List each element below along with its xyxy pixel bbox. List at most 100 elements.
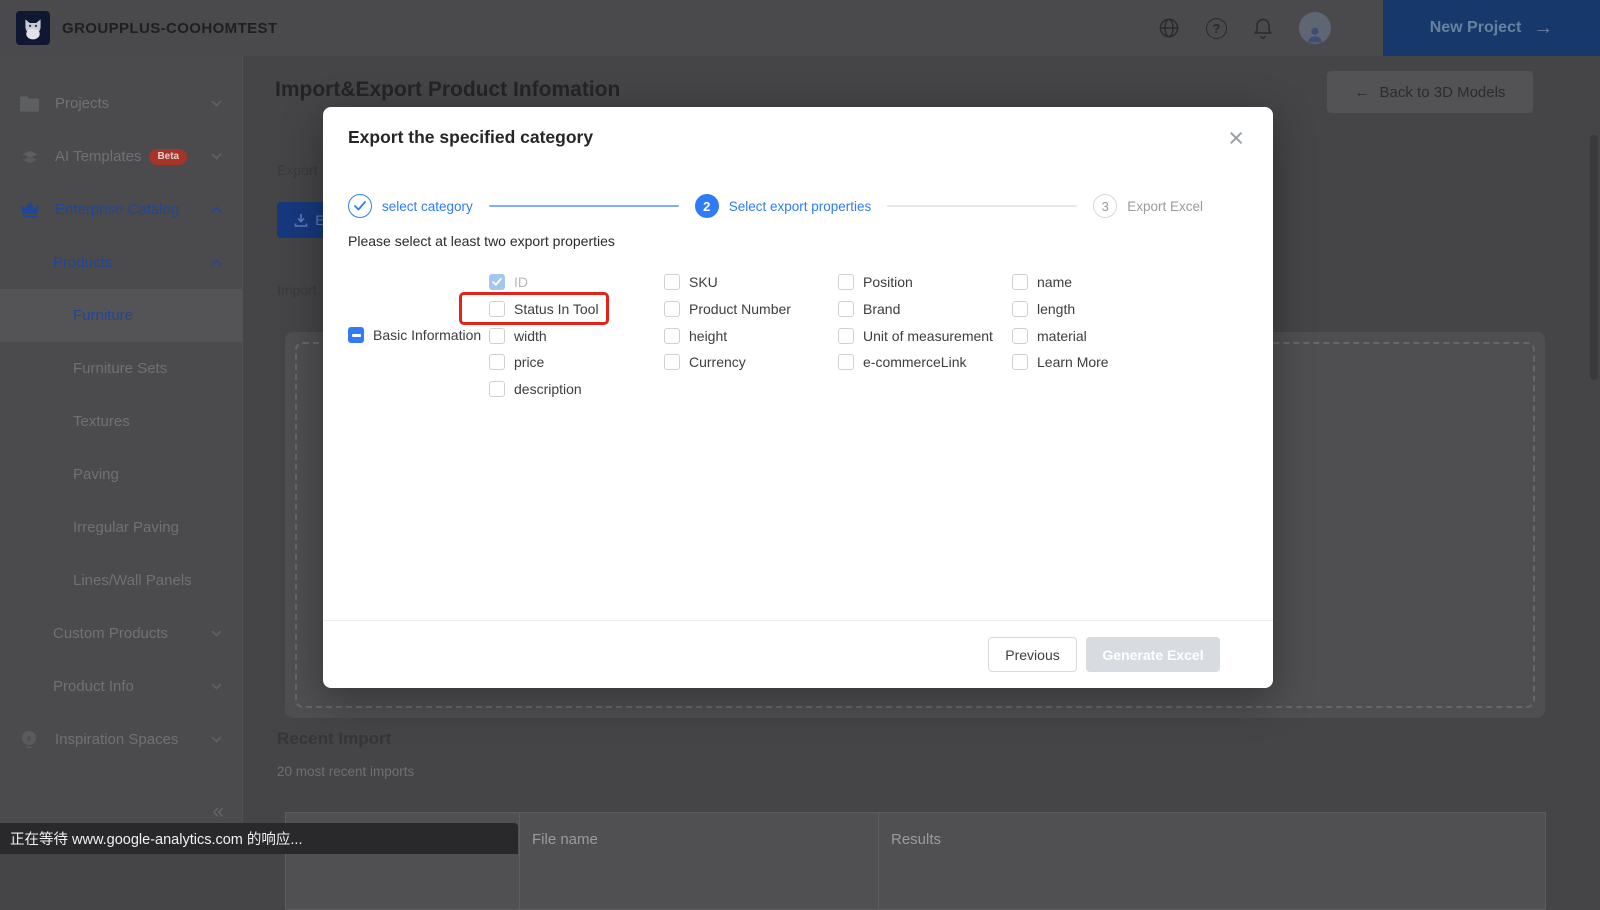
checkbox-label: Product Number [689, 301, 791, 317]
checkbox-unchecked-icon [664, 354, 680, 370]
checkbox-unit-of-measurement[interactable]: Unit of measurement [838, 322, 993, 349]
user-avatar[interactable] [1299, 12, 1331, 44]
sidebar-item-label: Lines/Wall Panels [73, 572, 192, 589]
sidebar-item-label: Custom Products [53, 625, 168, 642]
ai-templates-icon [20, 148, 42, 165]
generate-excel-button[interactable]: Generate Excel [1086, 637, 1220, 672]
checkbox-label: description [514, 381, 582, 397]
back-to-3d-models-button[interactable]: ← Back to 3D Models [1327, 71, 1533, 113]
sidebar-item-label: Enterprise Catalog [55, 201, 179, 218]
sidebar-item-label: Paving [73, 466, 119, 483]
checkbox-status-in-tool[interactable]: Status In Tool [489, 296, 599, 323]
recent-import-title: Recent Import [277, 729, 391, 749]
globe-icon[interactable] [1158, 17, 1180, 39]
sidebar-item-label: Furniture [73, 307, 133, 324]
sidebar-item-irregular-paving[interactable]: Irregular Paving [0, 501, 242, 554]
sidebar-item-ai-templates[interactable]: AI Templates Beta [0, 130, 242, 183]
checkbox-currency[interactable]: Currency [664, 349, 791, 376]
sidebar-item-label: AI Templates [55, 148, 141, 165]
export-section-label: Export [277, 162, 317, 178]
checkbox-column-2: SKU Product Number height Currency [664, 269, 791, 376]
sidebar-item-label: Textures [73, 413, 130, 430]
step-label: select category [382, 199, 473, 214]
new-project-button[interactable]: New Project → [1383, 0, 1600, 56]
sidebar-item-product-info[interactable]: Product Info [0, 660, 242, 713]
checkbox-unchecked-icon [838, 301, 854, 317]
sidebar-item-inspiration-spaces[interactable]: Inspiration Spaces [0, 713, 242, 766]
checkbox-label: Learn More [1037, 354, 1109, 370]
checkbox-unchecked-icon [1012, 274, 1028, 290]
sidebar-item-projects[interactable]: Projects [0, 77, 242, 130]
step-check-icon [348, 194, 372, 218]
checkbox-material[interactable]: material [1012, 322, 1109, 349]
sidebar-item-products[interactable]: Products [0, 236, 242, 289]
stepper-connector-pending [887, 205, 1077, 207]
checkbox-product-number[interactable]: Product Number [664, 296, 791, 323]
close-icon[interactable]: × [1228, 125, 1244, 152]
sidebar-item-lines-wall-panels[interactable]: Lines/Wall Panels [0, 554, 242, 607]
person-icon [1305, 25, 1325, 44]
sidebar-item-label: Products [53, 254, 112, 271]
checkbox-unchecked-icon [664, 328, 680, 344]
sidebar-item-paving[interactable]: Paving [0, 448, 242, 501]
checkbox-label: length [1037, 301, 1075, 317]
company-logo [16, 11, 50, 45]
stepper-connector-done [489, 205, 679, 207]
checkbox-unchecked-icon [838, 328, 854, 344]
checkbox-brand[interactable]: Brand [838, 296, 993, 323]
previous-button[interactable]: Previous [988, 637, 1077, 672]
checkbox-name[interactable]: name [1012, 269, 1109, 296]
sidebar-collapse-icon[interactable]: « [212, 800, 224, 824]
sidebar: Projects AI Templates Beta Enterprise Ca… [0, 56, 243, 854]
sidebar-item-furniture[interactable]: Furniture [0, 289, 242, 342]
help-icon[interactable]: ? [1206, 18, 1227, 39]
chevron-down-icon [211, 153, 222, 160]
checkbox-column-3: Position Brand Unit of measurement e-com… [838, 269, 993, 376]
checkbox-sku[interactable]: SKU [664, 269, 791, 296]
checkbox-label: e-commerceLink [863, 354, 966, 370]
sidebar-item-label: Inspiration Spaces [55, 731, 178, 748]
checkbox-label: Currency [689, 354, 746, 370]
basic-information-group-checkbox[interactable]: Basic Information [348, 322, 481, 349]
checkbox-unchecked-icon [664, 274, 680, 290]
export-stepper: select category 2 Select export properti… [348, 193, 1203, 219]
checkbox-width[interactable]: width [489, 322, 599, 349]
chevron-up-icon [211, 259, 222, 266]
sidebar-item-custom-products[interactable]: Custom Products [0, 607, 242, 660]
step-select-category: select category [348, 194, 473, 218]
checkbox-ecommerce-link[interactable]: e-commerceLink [838, 349, 993, 376]
checkbox-price[interactable]: price [489, 349, 599, 376]
checkbox-label: Position [863, 274, 913, 290]
checkbox-learn-more[interactable]: Learn More [1012, 349, 1109, 376]
chevron-down-icon [211, 736, 222, 743]
checkbox-column-4: name length material Learn More [1012, 269, 1109, 376]
modal-footer: Previous Generate Excel [323, 620, 1273, 688]
checkbox-label: SKU [689, 274, 718, 290]
lightbulb-icon [20, 730, 42, 750]
checkbox-description[interactable]: description [489, 376, 599, 403]
scrollbar-thumb[interactable] [1590, 135, 1598, 380]
chevron-up-icon [211, 206, 222, 213]
notification-bell-icon[interactable] [1253, 17, 1273, 39]
checkbox-label: material [1037, 328, 1087, 344]
checkbox-unchecked-icon [1012, 354, 1028, 370]
back-button-label: Back to 3D Models [1380, 84, 1506, 101]
folder-icon [20, 96, 42, 112]
checkbox-height[interactable]: height [664, 322, 791, 349]
checkbox-label: price [514, 354, 544, 370]
checkbox-position[interactable]: Position [838, 269, 993, 296]
sidebar-item-label: Irregular Paving [73, 519, 179, 536]
checkbox-id[interactable]: ID [489, 269, 599, 296]
checkbox-unchecked-icon [1012, 301, 1028, 317]
checkbox-label: Basic Information [373, 327, 481, 343]
page-title: Import&Export Product Infomation [275, 78, 620, 102]
step-export-excel: 3 Export Excel [1093, 194, 1203, 218]
sidebar-item-textures[interactable]: Textures [0, 395, 242, 448]
sidebar-item-enterprise-catalog[interactable]: Enterprise Catalog [0, 183, 242, 236]
checkbox-unchecked-icon [489, 328, 505, 344]
step-number: 2 [695, 194, 719, 218]
checkbox-unchecked-icon [489, 354, 505, 370]
checkbox-length[interactable]: length [1012, 296, 1109, 323]
checkbox-label: height [689, 328, 727, 344]
sidebar-item-furniture-sets[interactable]: Furniture Sets [0, 342, 242, 395]
